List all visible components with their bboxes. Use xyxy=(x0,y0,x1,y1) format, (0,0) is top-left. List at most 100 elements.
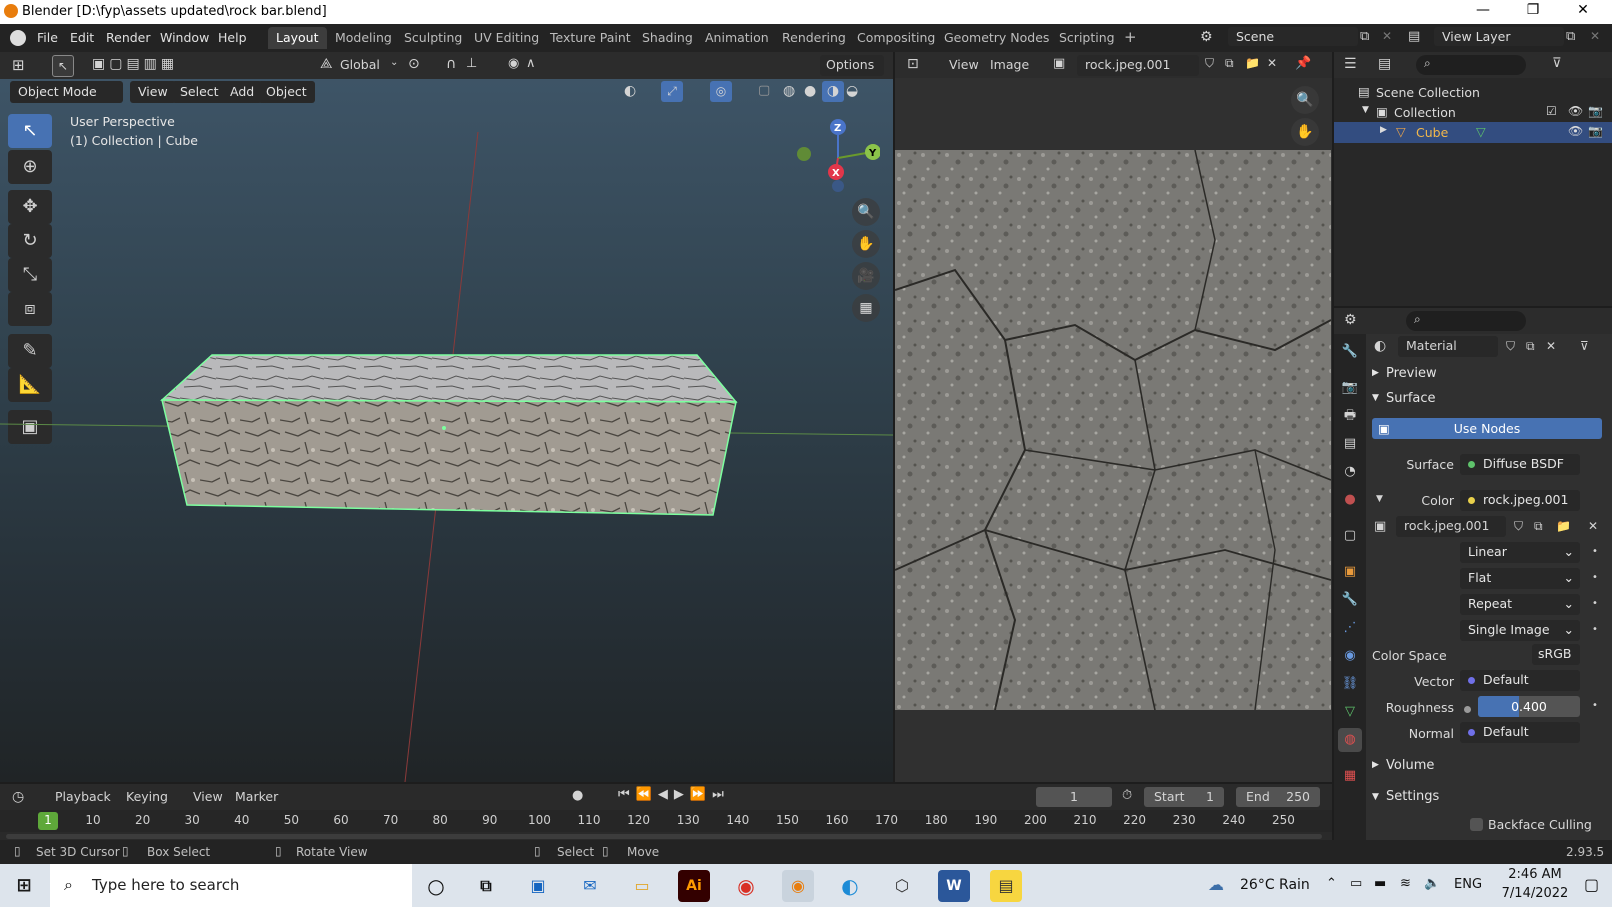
camera-icon[interactable]: 🎥 xyxy=(852,262,880,290)
windows-start-icon[interactable]: ⊞ xyxy=(8,870,40,902)
scene-selector-icon[interactable]: ⚙ xyxy=(1200,29,1213,45)
filter-icon[interactable]: ⊽ xyxy=(1552,56,1562,71)
volume-icon[interactable]: 🔈 xyxy=(1424,876,1440,891)
material-tab-icon[interactable]: ◍ xyxy=(1338,728,1362,752)
language-indicator[interactable]: ENG xyxy=(1454,877,1482,892)
outliner-row-cube[interactable]: ▶ ▽ Cube ▽ 👁 📷 xyxy=(1334,122,1612,143)
keyframe-dot-icon[interactable]: • xyxy=(1592,700,1598,711)
expand-arrow-icon[interactable]: ▼ xyxy=(1362,105,1369,115)
material-name-field[interactable]: Material xyxy=(1398,336,1498,357)
outliner-row-scene-collection[interactable]: ▤ Scene Collection xyxy=(1334,82,1612,103)
weather-text[interactable]: 26°C Rain xyxy=(1240,877,1310,893)
backface-culling-checkbox[interactable] xyxy=(1470,818,1483,831)
menu-playback[interactable]: Playback xyxy=(55,789,111,804)
material-filter-icon[interactable]: ⊽ xyxy=(1580,339,1589,353)
fake-user-shield-icon[interactable]: ⛉ xyxy=(1205,56,1214,71)
modifier-tab-icon[interactable]: 🔧 xyxy=(1338,588,1362,612)
hide-eye-icon[interactable]: 👁 xyxy=(1568,124,1583,138)
3d-viewport[interactable]: ⊞ ↖ ▣▢▤▥▦ ⟁ Global ⌄ ⊙ ∩ ⊥ ◉ ∧ Options O… xyxy=(0,52,893,782)
view-layer-tab-icon[interactable]: ▤ xyxy=(1338,432,1362,456)
unity-icon[interactable]: ⬡ xyxy=(886,870,918,902)
new-view-layer-icon[interactable]: ⧉ xyxy=(1566,29,1575,44)
scene-tab-icon[interactable]: ◔ xyxy=(1338,460,1362,484)
menu-window[interactable]: Window xyxy=(160,30,209,45)
properties-search-icon[interactable]: ⌕ xyxy=(1406,311,1526,331)
hide-eye-icon[interactable]: 👁 xyxy=(1568,104,1583,118)
surface-shader-field[interactable]: Diffuse BSDF xyxy=(1460,454,1580,475)
edge-icon[interactable]: ◐ xyxy=(834,870,866,902)
tab-shading[interactable]: Shading xyxy=(634,27,701,49)
use-nodes-button[interactable]: ▣ Use Nodes xyxy=(1372,418,1602,439)
keyframe-dot-icon[interactable]: • xyxy=(1592,598,1598,609)
menu-view[interactable]: View xyxy=(193,789,223,804)
object-tab-icon[interactable]: ▣ xyxy=(1338,560,1362,584)
notifications-icon[interactable]: ▢ xyxy=(1584,875,1599,894)
illustrator-icon[interactable]: Ai xyxy=(678,870,710,902)
tab-layout[interactable]: Layout xyxy=(268,27,327,49)
particles-tab-icon[interactable]: ⋰ xyxy=(1338,616,1362,640)
blender-taskbar-icon[interactable]: ◉ xyxy=(782,870,814,902)
exclude-checkbox-icon[interactable]: ☑ xyxy=(1546,104,1557,118)
file-explorer-icon[interactable]: ▭ xyxy=(626,870,658,902)
playhead-marker[interactable]: 1 xyxy=(38,812,58,830)
auto-keying-icon[interactable]: ● xyxy=(572,788,583,803)
battery-icon[interactable]: ▬ xyxy=(1374,876,1386,891)
projection-dropdown[interactable]: Flat ⌄ xyxy=(1460,568,1580,589)
extension-dropdown[interactable]: Repeat ⌄ xyxy=(1460,594,1580,615)
data-tab-icon[interactable]: ▽ xyxy=(1338,700,1362,724)
menu-render[interactable]: Render xyxy=(106,30,151,45)
microsoft-store-icon[interactable]: ▣ xyxy=(522,870,554,902)
menu-marker[interactable]: Marker xyxy=(235,789,278,804)
keyframe-dot-icon[interactable]: • xyxy=(1592,546,1598,557)
render-camera-icon[interactable]: 📷 xyxy=(1588,104,1603,118)
render-camera-icon[interactable]: 📷 xyxy=(1588,124,1603,138)
device-icon[interactable]: ▭ xyxy=(1350,876,1362,891)
cortana-icon[interactable]: ○ xyxy=(420,870,452,902)
mesh-data-icon[interactable]: ▽ xyxy=(1476,124,1486,139)
new-image-icon[interactable]: ⧉ xyxy=(1534,519,1543,534)
color-input-field[interactable]: rock.jpeg.001 xyxy=(1460,490,1580,511)
source-dropdown[interactable]: Single Image ⌄ xyxy=(1460,620,1580,641)
image-datablock-field[interactable]: rock.jpeg.001 xyxy=(1396,516,1506,537)
constraints-tab-icon[interactable]: ⛓ xyxy=(1338,672,1362,696)
tab-geometry-nodes[interactable]: Geometry Nodes xyxy=(936,27,1057,49)
playback-controls-icons[interactable]: ⏮⏪◀▶⏩⏭ xyxy=(618,787,730,802)
outliner-row-collection[interactable]: ▼ ▣ Collection ☑ 👁 📷 xyxy=(1334,102,1612,123)
outliner[interactable]: ☰ ▤ ⌕ ⊽ ▤ Scene Collection ▼ ▣ Collectio… xyxy=(1334,52,1612,306)
remove-view-layer-icon[interactable]: ✕ xyxy=(1590,29,1600,43)
timeline[interactable]: ◷ Playback Keying View Marker ● ⏮⏪◀▶⏩⏭ 1… xyxy=(0,784,1332,840)
physics-tab-icon[interactable]: ◉ xyxy=(1338,644,1362,668)
maximize-button[interactable]: ❐ xyxy=(1510,2,1556,22)
perspective-grid-icon[interactable]: ▦ xyxy=(852,294,880,322)
sticky-notes-icon[interactable]: ▤ xyxy=(990,870,1022,902)
stopwatch-icon[interactable]: ⏱ xyxy=(1122,788,1132,803)
clock-time[interactable]: 2:46 AM xyxy=(1500,867,1570,882)
add-workspace-icon[interactable]: + xyxy=(1116,27,1145,49)
timeline-type-icon[interactable]: ◷ xyxy=(12,789,24,805)
vector-input-field[interactable]: Default xyxy=(1460,670,1580,691)
close-button[interactable]: ✕ xyxy=(1560,2,1606,22)
section-preview[interactable]: Preview xyxy=(1386,366,1437,381)
view-layer-field[interactable]: View Layer xyxy=(1434,27,1564,46)
menu-edit[interactable]: Edit xyxy=(70,30,94,45)
unlink-image-icon[interactable]: ✕ xyxy=(1267,56,1277,70)
world-tab-icon[interactable]: ● xyxy=(1338,488,1362,512)
fake-user-shield-icon[interactable]: ⛉ xyxy=(1506,339,1515,354)
section-volume[interactable]: Volume xyxy=(1386,758,1434,773)
material-browse-icon[interactable]: ◐ xyxy=(1374,338,1386,354)
menu-help[interactable]: Help xyxy=(218,30,247,45)
interpolation-dropdown[interactable]: Linear ⌄ xyxy=(1460,542,1580,563)
normal-input-field[interactable]: Default xyxy=(1460,722,1580,743)
timeline-scrollbar[interactable] xyxy=(6,834,1322,839)
taskbar-search-box[interactable]: ⌕ Type here to search xyxy=(50,864,412,907)
image-browse-icon[interactable]: ▣ xyxy=(1053,56,1065,71)
section-surface[interactable]: Surface xyxy=(1386,391,1436,406)
tab-texture-paint[interactable]: Texture Paint xyxy=(542,27,639,49)
output-tab-icon[interactable]: 🖶 xyxy=(1338,404,1362,428)
outliner-search-icon[interactable]: ⌕ xyxy=(1416,55,1526,75)
outliner-type-icon[interactable]: ☰ xyxy=(1344,56,1357,72)
minimize-button[interactable]: — xyxy=(1460,2,1506,22)
render-tab-icon[interactable]: 📷 xyxy=(1338,376,1362,400)
blender-menu-icon[interactable] xyxy=(10,30,26,46)
new-material-icon[interactable]: ⧉ xyxy=(1526,339,1535,354)
